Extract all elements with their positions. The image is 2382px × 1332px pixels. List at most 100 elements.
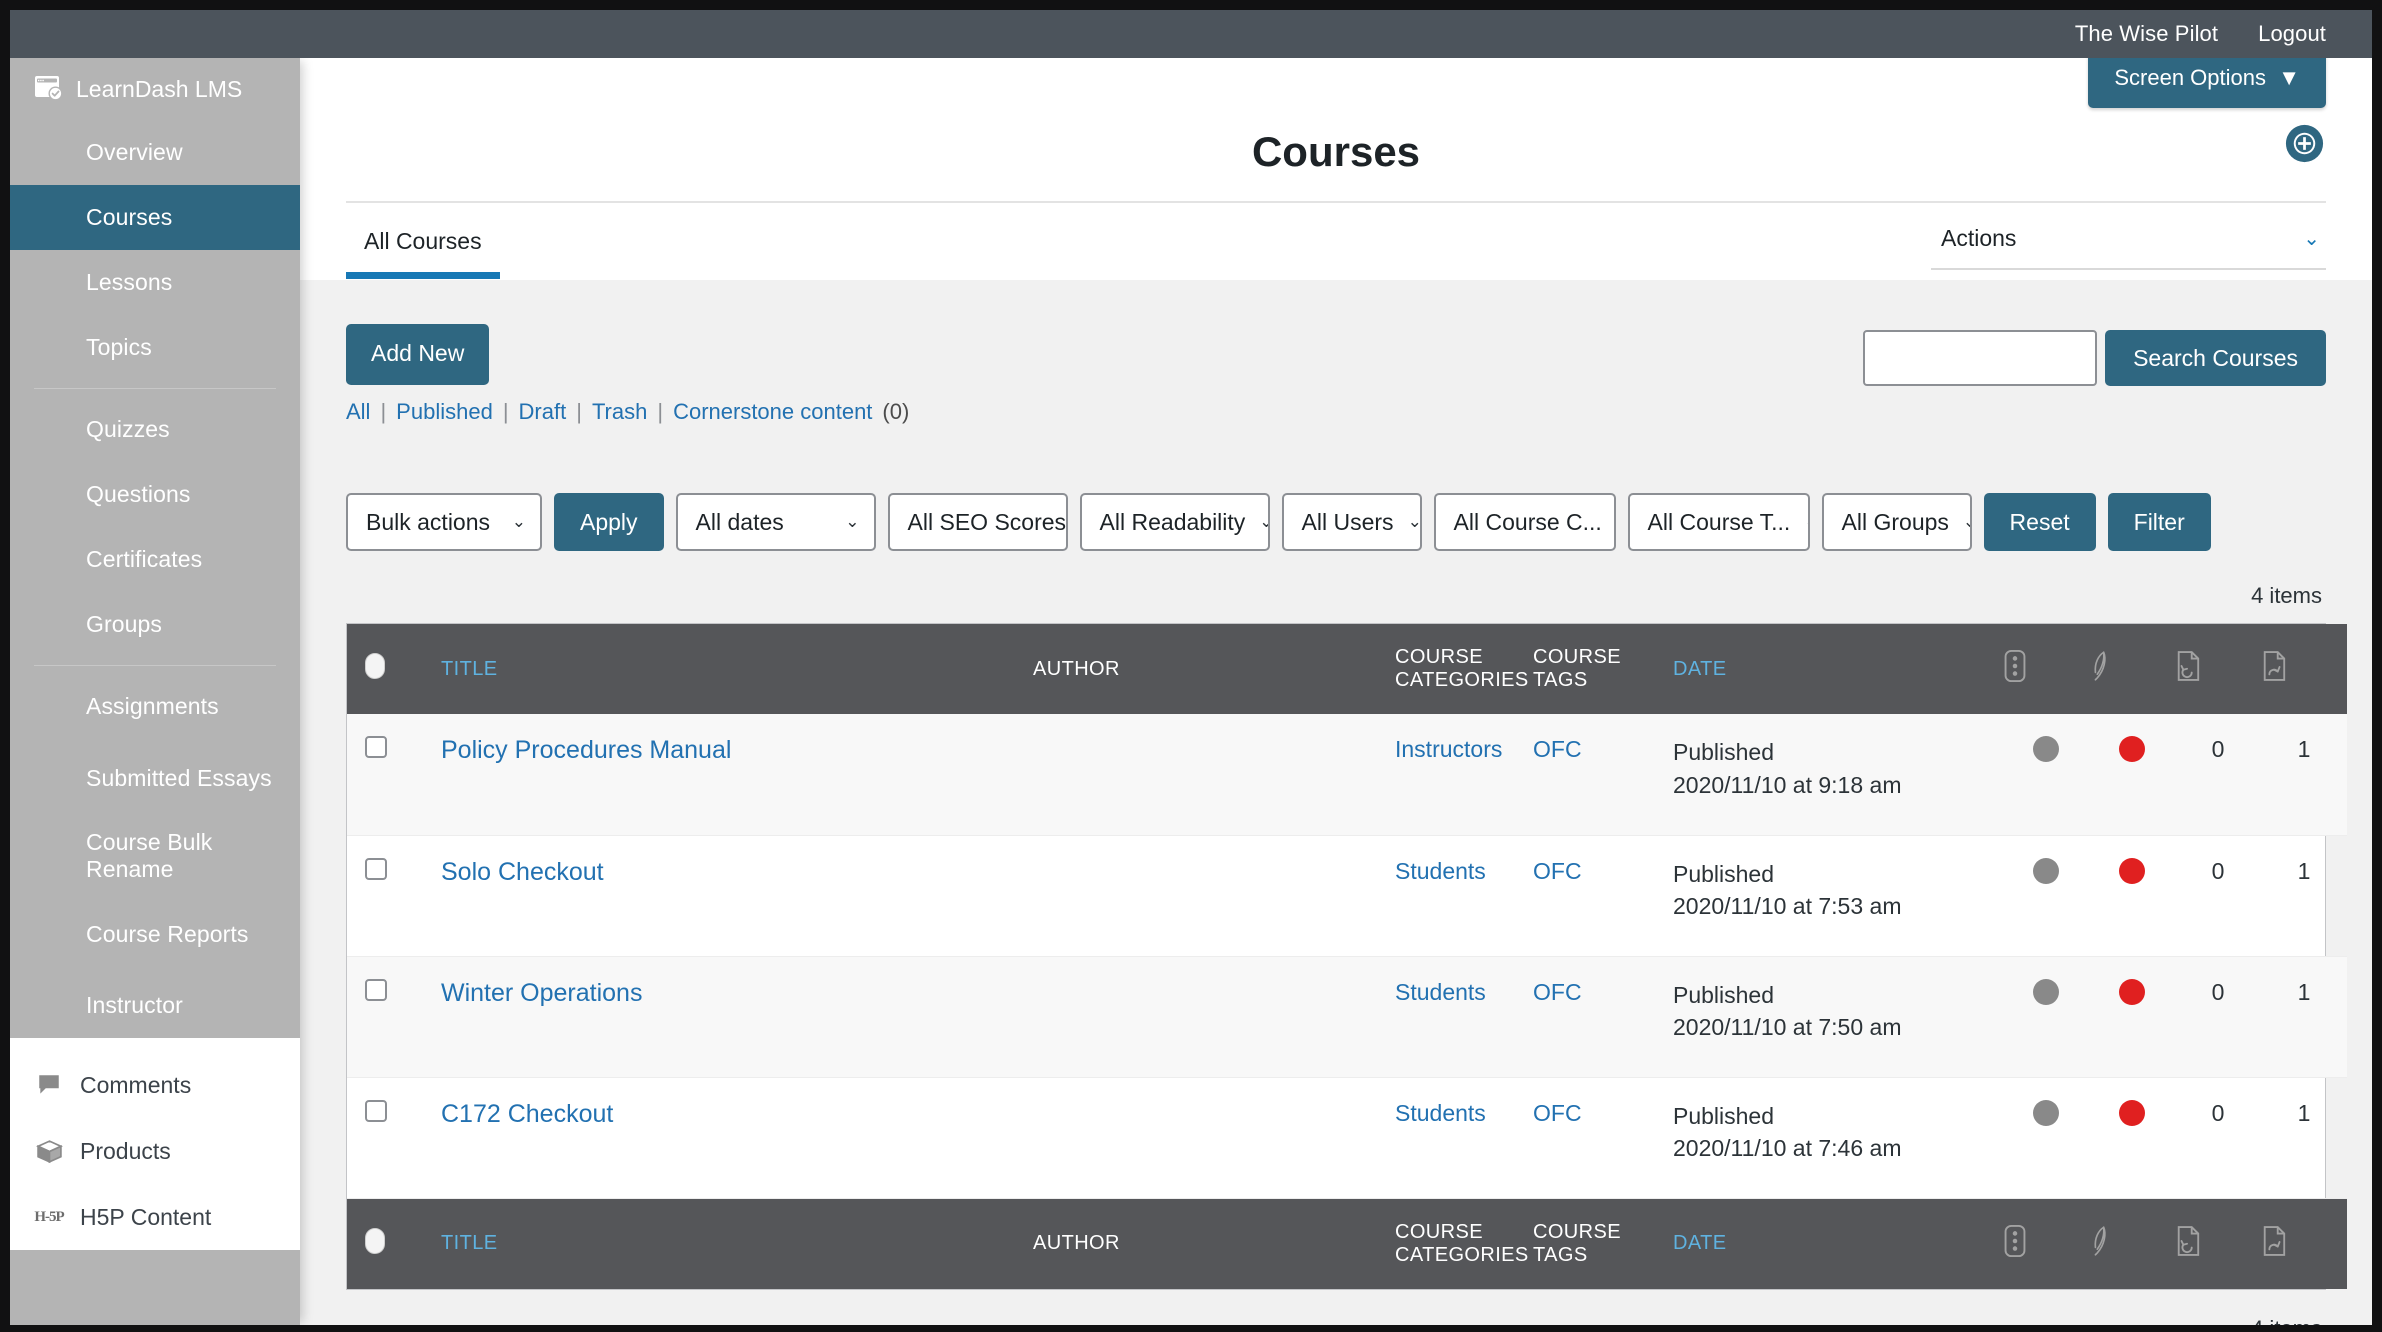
sidebar-item-courses[interactable]: Courses [10, 185, 300, 250]
actions-dropdown[interactable]: Actions ⌄ [1931, 211, 2326, 270]
course-title-link[interactable]: Winter Operations [441, 979, 642, 1007]
h5p-icon: H-5P [34, 1208, 64, 1225]
all-groups-select[interactable]: All Groups ⌄ [1821, 493, 1972, 551]
logout-link[interactable]: Logout [2258, 21, 2326, 47]
add-new-button[interactable]: Add New [346, 324, 490, 385]
column-header-links-out[interactable] [2261, 624, 2347, 714]
admin-bar: The Wise Pilot Logout [10, 10, 2372, 58]
filter-button[interactable]: Filter [2107, 493, 2211, 551]
sidebar-item-quizzes[interactable]: Quizzes [10, 397, 300, 462]
sidebar-item-submitted-essays[interactable]: Submitted Essays [10, 739, 300, 817]
table-foot: TITLE AUTHOR COURSE CATEGORIES COURSE TA… [347, 1198, 2347, 1289]
course-title-link[interactable]: C172 Checkout [441, 1100, 613, 1128]
seo-score-dot [2033, 978, 2059, 1005]
sidebar-item-topics[interactable]: Topics [10, 315, 300, 380]
status-link-draft[interactable]: Draft [519, 399, 567, 425]
column-header-readability[interactable] [2089, 624, 2175, 714]
row-checkbox[interactable] [365, 736, 387, 758]
search-courses-button[interactable]: Search Courses [2105, 330, 2326, 386]
separator: | [657, 399, 664, 424]
row-checkbox[interactable] [365, 978, 387, 1001]
sidebar-item-overview[interactable]: Overview [10, 120, 300, 185]
status-link-all[interactable]: All [346, 399, 370, 425]
course-category-link[interactable]: Students [1395, 858, 1486, 884]
row-links-out-cell: 1 [2297, 978, 2311, 1005]
chevron-down-icon: ⌄ [1963, 512, 1970, 532]
sidebar-item-groups[interactable]: Groups [10, 592, 300, 657]
sidebar-wp-menu: Comments Products H-5P H5P Content [10, 1038, 300, 1250]
screen-options-button[interactable]: Screen Options ▼ [2088, 58, 2326, 108]
row-title-cell: Solo Checkout [413, 835, 1033, 956]
column-footer-date[interactable]: DATE [1673, 1198, 2003, 1289]
row-categories-cell: Students [1373, 835, 1533, 956]
sidebar-item-course-reports[interactable]: Course Reports [10, 895, 300, 973]
course-tag-link[interactable]: OFC [1533, 736, 1582, 762]
table-row: Winter Operations Students OFC Published… [347, 956, 2347, 1077]
column-footer-readability[interactable] [2089, 1198, 2175, 1289]
main-content: Screen Options ▼ Courses All Courses Act… [300, 58, 2372, 1325]
row-status: Published [1673, 981, 1775, 1008]
row-checkbox[interactable] [365, 1099, 387, 1122]
column-header-links-in[interactable] [2175, 624, 2261, 714]
tab-all-courses[interactable]: All Courses [346, 203, 500, 279]
row-checkbox[interactable] [365, 857, 387, 880]
row-title-cell: Policy Procedures Manual [413, 714, 1033, 835]
reset-button[interactable]: Reset [1983, 493, 2096, 551]
select-all-footer-header [347, 1198, 413, 1289]
chevron-down-icon: ⌄ [2303, 228, 2320, 250]
all-users-select[interactable]: All Users ⌄ [1281, 493, 1422, 551]
sidebar-item-h5p-content[interactable]: H-5P H5P Content [10, 1184, 300, 1250]
sidebar-item-instructor[interactable]: Instructor [10, 973, 300, 1038]
seo-score-dot [2033, 857, 2059, 884]
all-seo-scores-select[interactable]: All SEO Scores ⌄ [887, 493, 1068, 551]
course-tag-link[interactable]: OFC [1533, 979, 1582, 1005]
course-category-link[interactable]: Students [1395, 1100, 1486, 1126]
all-course-categories-select[interactable]: All Course C... ⌄ [1433, 493, 1616, 551]
all-dates-select[interactable]: All dates ⌄ [675, 493, 876, 551]
chevron-down-icon: ⌄ [511, 512, 526, 531]
chevron-down-icon: ⌄ [1259, 512, 1267, 532]
all-readability-select[interactable]: All Readability ⌄ [1079, 493, 1270, 551]
course-category-link[interactable]: Students [1395, 979, 1486, 1005]
page-header: Screen Options ▼ Courses All Courses Act… [300, 58, 2372, 280]
column-footer-seo-score[interactable] [2003, 1198, 2089, 1289]
column-header-title[interactable]: TITLE [413, 624, 1033, 714]
sidebar-item-lessons[interactable]: Lessons [10, 250, 300, 315]
status-link-published[interactable]: Published [396, 399, 493, 425]
site-name-link[interactable]: The Wise Pilot [2075, 21, 2218, 47]
course-tag-link[interactable]: OFC [1533, 1100, 1582, 1126]
search-input[interactable] [1863, 330, 2098, 386]
bulk-actions-label: Bulk actions [366, 508, 491, 535]
bulk-actions-select[interactable]: Bulk actions ⌄ [346, 493, 542, 551]
all-course-tags-label: All Course T... [1647, 508, 1791, 535]
separator: | [502, 399, 509, 424]
status-filter-links: All | Published | Draft | Trash | Corner… [346, 399, 2326, 425]
seo-score-icon [2003, 649, 2027, 683]
plus-circle-icon[interactable] [2283, 122, 2326, 165]
select-all-checkbox[interactable] [365, 653, 385, 679]
row-date-cell: Published 2020/11/10 at 7:46 am [1673, 1077, 2003, 1198]
column-header-seo-score[interactable] [2003, 624, 2089, 714]
course-category-link[interactable]: Instructors [1395, 736, 1502, 762]
sidebar-item-comments-label: Comments [80, 1071, 192, 1098]
select-all-checkbox-footer[interactable] [365, 1227, 385, 1254]
separator: | [380, 399, 387, 424]
sidebar-item-assignments[interactable]: Assignments [10, 674, 300, 739]
column-footer-links-in[interactable] [2175, 1198, 2261, 1289]
status-link-trash[interactable]: Trash [592, 399, 647, 425]
course-title-link[interactable]: Policy Procedures Manual [441, 736, 731, 764]
row-links-out-cell: 1 [2297, 857, 2311, 884]
sidebar-item-certificates[interactable]: Certificates [10, 527, 300, 592]
sidebar-item-comments[interactable]: Comments [10, 1052, 300, 1118]
sidebar-item-course-bulk-rename[interactable]: Course Bulk Rename [10, 817, 300, 895]
sidebar-item-questions[interactable]: Questions [10, 462, 300, 527]
status-link-cornerstone-content[interactable]: Cornerstone content [673, 399, 872, 425]
course-tag-link[interactable]: OFC [1533, 858, 1582, 884]
column-header-date[interactable]: DATE [1673, 624, 2003, 714]
all-course-tags-select[interactable]: All Course T... ⌄ [1627, 493, 1810, 551]
course-title-link[interactable]: Solo Checkout [441, 858, 604, 886]
apply-button[interactable]: Apply [554, 493, 664, 551]
sidebar-item-products[interactable]: Products [10, 1118, 300, 1184]
column-footer-links-out[interactable] [2261, 1198, 2347, 1289]
column-footer-title[interactable]: TITLE [413, 1198, 1033, 1289]
